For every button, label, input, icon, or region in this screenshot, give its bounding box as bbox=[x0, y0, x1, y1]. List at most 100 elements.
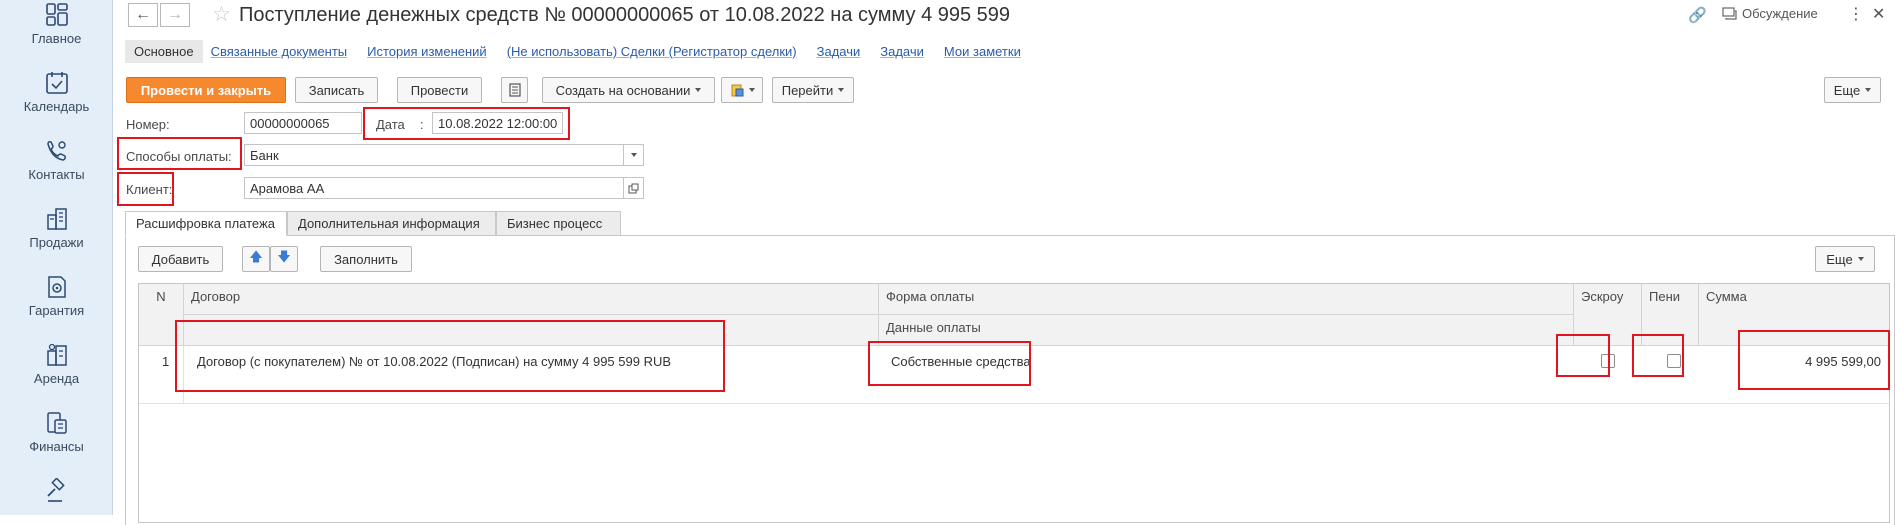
column-header-payment-data[interactable]: Данные оплаты bbox=[879, 315, 1574, 346]
tab-payment-breakdown[interactable]: Расшифровка платежа bbox=[125, 211, 287, 236]
sidebar-item-label: Главное bbox=[31, 31, 82, 46]
move-up-button[interactable]: 🡅 bbox=[242, 246, 270, 272]
table-more-button[interactable]: Еще bbox=[1815, 246, 1875, 272]
link-tasks-1[interactable]: Задачи bbox=[817, 44, 861, 59]
column-header-penalty[interactable]: Пени bbox=[1642, 284, 1699, 346]
client-field[interactable]: Арамова АА bbox=[244, 177, 644, 199]
dropdown-button[interactable] bbox=[623, 145, 643, 165]
sidebar-item-main[interactable]: Главное bbox=[0, 2, 113, 46]
close-icon[interactable]: ✕ bbox=[1872, 4, 1885, 24]
favorite-star-icon[interactable]: ☆ bbox=[212, 2, 231, 27]
post-and-close-button[interactable]: Провести и закрыть bbox=[126, 77, 286, 103]
column-header-contract[interactable]: Договор bbox=[184, 284, 879, 315]
sidebar-item-label: Финансы bbox=[29, 439, 84, 454]
goto-button[interactable]: Перейти bbox=[772, 77, 854, 103]
tab-additional-info[interactable]: Дополнительная информация bbox=[287, 211, 496, 236]
sidebar-item-label: Продажи bbox=[29, 235, 84, 250]
date-separator: : bbox=[420, 117, 424, 132]
move-down-button[interactable]: 🡇 bbox=[270, 246, 298, 272]
main-content: ← → ☆ Поступление денежных средств № 000… bbox=[114, 0, 1895, 525]
sidebar-item-more[interactable] bbox=[0, 478, 113, 504]
client-value: Арамова АА bbox=[250, 181, 325, 196]
add-row-button[interactable]: Добавить bbox=[138, 246, 223, 272]
payment-form-cell[interactable]: Собственные средства bbox=[891, 354, 1031, 369]
sidebar-item-label: Гарантия bbox=[28, 303, 85, 318]
sidebar-item-label: Контакты bbox=[28, 167, 85, 182]
rent-icon bbox=[46, 343, 67, 366]
link-related-docs[interactable]: Связанные документы bbox=[211, 44, 348, 59]
back-button[interactable]: ← bbox=[128, 3, 158, 27]
more-button[interactable]: Еще bbox=[1824, 77, 1881, 103]
chevron-down-icon bbox=[748, 88, 755, 92]
sum-cell[interactable]: 4 995 599,00 bbox=[1805, 354, 1881, 369]
sidebar-item-rent[interactable]: Аренда bbox=[0, 342, 113, 386]
link-my-notes[interactable]: Мои заметки bbox=[944, 44, 1021, 59]
chevron-down-icon bbox=[695, 88, 702, 92]
document-list-icon bbox=[508, 83, 521, 97]
client-label: Клиент: bbox=[126, 182, 173, 197]
open-client-button[interactable] bbox=[623, 178, 643, 198]
payment-table: N Договор Форма оплаты Данные оплаты Эск… bbox=[138, 283, 1890, 523]
column-header-n[interactable]: N bbox=[139, 284, 184, 346]
column-header-payment-form[interactable]: Форма оплаты bbox=[879, 284, 1574, 315]
sidebar-item-calendar[interactable]: Календарь bbox=[0, 70, 113, 114]
arrow-right-icon: → bbox=[167, 6, 183, 23]
fill-button[interactable]: Заполнить bbox=[320, 246, 412, 272]
table-row[interactable]: 1 Договор (с покупателем) № от 10.08.202… bbox=[139, 346, 1889, 404]
post-button[interactable]: Провести bbox=[397, 77, 482, 103]
buildings-icon bbox=[46, 208, 67, 230]
sidebar-item-finance[interactable]: Финансы bbox=[0, 410, 113, 454]
payment-method-value: Банк bbox=[250, 148, 279, 163]
chat-icon bbox=[1722, 6, 1737, 20]
dashboard-icon bbox=[45, 3, 68, 26]
forward-button[interactable]: → bbox=[160, 3, 190, 27]
page-title: Поступление денежных средств № 000000000… bbox=[239, 4, 1011, 26]
discussion-button[interactable]: Обсуждение bbox=[1722, 6, 1818, 21]
section-links: Основное Связанные документы История изм… bbox=[125, 39, 1031, 63]
number-label: Номер: bbox=[126, 117, 170, 132]
attachments-button[interactable] bbox=[721, 77, 763, 103]
calendar-icon bbox=[45, 72, 68, 94]
finance-icon bbox=[46, 412, 67, 434]
link-tasks-2[interactable]: Задачи bbox=[880, 44, 924, 59]
create-based-on-button[interactable]: Создать на основании bbox=[542, 77, 715, 103]
escrow-checkbox[interactable] bbox=[1601, 354, 1615, 368]
column-header-escrow[interactable]: Эскроу bbox=[1574, 284, 1642, 346]
save-button[interactable]: Записать bbox=[295, 77, 378, 103]
payment-method-select[interactable]: Банк bbox=[244, 144, 644, 166]
sidebar: Главное Календарь Контакты Продажи Гаран… bbox=[0, 0, 113, 515]
payment-method-label: Способы оплаты: bbox=[126, 149, 232, 164]
date-field[interactable] bbox=[432, 112, 563, 134]
chevron-down-icon bbox=[1865, 88, 1872, 92]
row-number: 1 bbox=[162, 354, 170, 369]
arrow-up-icon: 🡅 bbox=[249, 249, 263, 264]
contacts-icon bbox=[46, 141, 66, 161]
chevron-down-icon bbox=[838, 88, 845, 92]
arrow-left-icon: ← bbox=[135, 6, 151, 23]
sidebar-item-warranty[interactable]: Гарантия bbox=[0, 274, 113, 318]
link-icon[interactable]: 🔗 bbox=[1688, 6, 1707, 24]
contract-cell[interactable]: Договор (с покупателем) № от 10.08.2022 … bbox=[197, 354, 671, 369]
link-history[interactable]: История изменений bbox=[367, 44, 487, 59]
sidebar-item-contacts[interactable]: Контакты bbox=[0, 138, 113, 182]
sidebar-item-sales[interactable]: Продажи bbox=[0, 206, 113, 250]
chevron-down-icon bbox=[630, 153, 637, 157]
number-field[interactable] bbox=[244, 112, 362, 134]
create-based-on-label: Создать на основании bbox=[555, 82, 691, 98]
penalty-checkbox[interactable] bbox=[1667, 354, 1681, 368]
column-header-contract-sub bbox=[184, 315, 879, 346]
report-button[interactable] bbox=[501, 77, 528, 103]
link-main[interactable]: Основное bbox=[125, 39, 203, 63]
column-header-sum[interactable]: Сумма bbox=[1699, 284, 1889, 346]
clipboard-icon bbox=[731, 84, 743, 97]
sidebar-item-label: Аренда bbox=[33, 371, 80, 386]
table-more-label: Еще bbox=[1826, 251, 1853, 267]
menu-dots-icon[interactable]: ⋮ bbox=[1848, 4, 1864, 24]
chevron-down-icon bbox=[1857, 257, 1864, 261]
link-deals[interactable]: (Не использовать) Сделки (Регистратор сд… bbox=[507, 44, 797, 59]
warranty-icon bbox=[47, 276, 66, 298]
arrow-down-icon: 🡇 bbox=[277, 249, 291, 264]
more-label: Еще bbox=[1833, 82, 1861, 98]
date-label: Дата bbox=[376, 117, 405, 132]
tab-business-process[interactable]: Бизнес процесс bbox=[496, 211, 621, 236]
